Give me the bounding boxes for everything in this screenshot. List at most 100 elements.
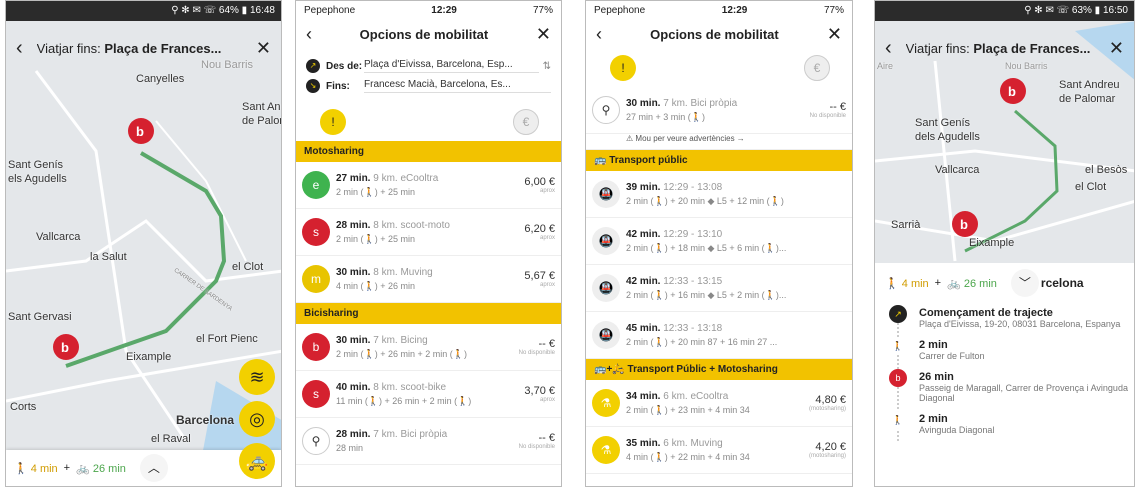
bike-icon: ⚲	[592, 96, 620, 124]
map-label: Sant Andreu	[1059, 79, 1120, 91]
map-label: el Raval	[151, 433, 191, 445]
list-item[interactable]: s 40 min. 8 km. scoot-bike 11 min (🚶) + 26…	[296, 371, 561, 418]
page-title: Opcions de mobilitat	[650, 26, 779, 42]
section-header: Motosharing	[296, 141, 561, 162]
close-icon[interactable]: ✕	[827, 24, 842, 45]
step-bike: b 26 min Passeig de Maragall, Carrer de …	[889, 367, 1134, 409]
from-field[interactable]: Plaça d'Eivissa, Barcelona, Esp...	[364, 59, 539, 73]
back-arrow-icon[interactable]: ‹	[16, 37, 23, 60]
map-label: el Besòs	[1085, 164, 1128, 176]
target-icon: ◎	[249, 408, 265, 429]
list-item[interactable]: 🚇 42 min. 12:33 - 13:15 2 min (🚶) + 16 min…	[586, 265, 852, 312]
to-field[interactable]: Francesc Macià, Barcelona, Es...	[364, 79, 551, 93]
screen-mobility-options-scrolled: Pepephone 12:29 77% ‹ Opcions de mobilit…	[585, 0, 853, 487]
origin-icon: ↗	[306, 59, 320, 73]
from-row[interactable]: ↗ Des de: Plaça d'Eivissa, Barcelona, Es…	[306, 59, 551, 73]
page-title: Opcions de mobilitat	[359, 26, 489, 42]
close-icon[interactable]: ✕	[1109, 38, 1124, 59]
list-item[interactable]: b 30 min. 7 km. Bicing 2 min (🚶) + 26 min …	[296, 324, 561, 371]
map-label: els Agudells	[8, 173, 67, 185]
chevron-down-icon[interactable]: ﹀	[1010, 269, 1039, 297]
provider-m-icon: m	[302, 265, 330, 293]
svg-text:b: b	[61, 340, 69, 355]
step-walk: 🚶 2 min Carrer de Fulton	[889, 335, 1134, 367]
to-label: Fins:	[326, 80, 350, 92]
carrier: Pepephone	[304, 4, 356, 16]
car-icon: 🚕	[245, 450, 269, 471]
time-filter-icon[interactable]: !	[610, 55, 636, 81]
walk-icon: 🚶	[889, 337, 907, 355]
screen-map-route: ⚲ ✻ ✉ ☏ 64% ▮ 16:48 b b Canyelles Nou Ba…	[5, 0, 282, 487]
provider-e-icon: e	[302, 171, 330, 199]
from-label: Des de:	[326, 60, 363, 72]
transit-icon: 🚇	[592, 321, 620, 349]
map-label: el Clot	[1075, 181, 1107, 193]
map-label: dels Agudells	[915, 131, 980, 143]
step-walk: 🚶 2 min Avinguda Diagonal	[889, 409, 1134, 441]
provider-ob-icon: ⚲	[302, 427, 330, 455]
city-label: rcelona	[1040, 276, 1084, 290]
map-label: la Salut	[90, 251, 127, 263]
euro-filter-icon[interactable]: €	[804, 55, 830, 81]
walk-time: 🚶 4 min	[14, 462, 58, 475]
time-filter-icon[interactable]: !	[320, 109, 346, 135]
nav-bar: ‹ Opcions de mobilitat ✕	[296, 19, 561, 49]
back-arrow-icon[interactable]: ‹	[596, 24, 602, 45]
route-header: ‹ Viatjar fins: Plaça de Frances... ✕	[6, 21, 281, 75]
status-bar: Pepephone 12:29 77%	[586, 1, 852, 19]
battery: 77%	[532, 4, 553, 16]
list-item[interactable]: ⚗ 34 min. 6 km. eCooltra 2 min (🚶) + 23 mi…	[586, 380, 852, 427]
filter-row: ! €	[586, 49, 852, 87]
start-icon: ↗	[889, 305, 907, 323]
back-arrow-icon[interactable]: ‹	[885, 37, 892, 60]
layers-button[interactable]: ≋	[239, 359, 275, 395]
back-arrow-icon[interactable]: ‹	[306, 24, 312, 45]
to-row[interactable]: ↘ Fins: Francesc Macià, Barcelona, Es...	[306, 79, 551, 93]
map-label: Sant Genís	[8, 159, 64, 171]
map-label: Sant Genís	[915, 117, 971, 129]
walk-time: 🚶 4 min	[885, 277, 929, 290]
battery: 77%	[823, 4, 844, 16]
close-icon[interactable]: ✕	[256, 38, 271, 59]
clock: 12:29	[721, 4, 748, 16]
list-item[interactable]: ⚲ 28 min. 7 km. Bici pròpia 28 min -- € No d…	[296, 418, 561, 465]
status-bar: ⚲ ✻ ✉ ☏ 63% ▮ 16:50	[875, 1, 1134, 21]
locate-button[interactable]: ◎	[239, 401, 275, 437]
warning-link[interactable]: ⚠ Mou per veure advertències →	[586, 134, 852, 150]
plus-sign: +	[934, 277, 942, 289]
provider-b-icon: b	[302, 333, 330, 361]
route-summary[interactable]: 🚶 4 min + 🚲 26 min ﹀ rcelona	[875, 263, 1134, 303]
map-label: Eixample	[126, 351, 172, 363]
combo-list: ⚗ 34 min. 6 km. eCooltra 2 min (🚶) + 23 mi…	[586, 380, 852, 474]
close-icon[interactable]: ✕	[536, 24, 551, 45]
plus-sign: +	[63, 462, 71, 474]
euro-filter-icon[interactable]: €	[513, 109, 539, 135]
screen-route-detail: ⚲ ✻ ✉ ☏ 63% ▮ 16:50 b b Aire Nou Barris …	[874, 0, 1135, 487]
walk-icon: 🚶	[889, 411, 907, 429]
chevron-up-icon[interactable]: ︿	[139, 454, 168, 482]
timeline: ↗ Començament de trajecte Plaça d'Eiviss…	[875, 303, 1134, 441]
list-item[interactable]: 🚇 45 min. 12:33 - 13:18 2 min (🚶) + 20 min…	[586, 312, 852, 359]
list-item[interactable]: 🚇 42 min. 12:29 - 13:10 2 min (🚶) + 18 min…	[586, 218, 852, 265]
map-label: el Clot	[232, 261, 264, 273]
list-item[interactable]: ⚗ 35 min. 6 km. Muving 4 min (🚶) + 22 min …	[586, 427, 852, 474]
list-item[interactable]: m 30 min. 8 km. Muving 4 min (🚶) + 26 min 5…	[296, 256, 561, 303]
map-label: Eixample	[969, 237, 1015, 249]
route-header: ‹ Viatjar fins: Plaça de Frances... ✕	[875, 21, 1134, 75]
list-item[interactable]: 🚇 39 min. 12:29 - 13:08 2 min (🚶) + 20 min…	[586, 171, 852, 218]
taxi-button[interactable]: 🚕	[239, 443, 275, 479]
step-start: ↗ Començament de trajecte Plaça d'Eiviss…	[889, 303, 1134, 335]
list-item[interactable]: ⚲ 30 min. 7 km. Bici pròpia 27 min + 3 m…	[586, 87, 852, 134]
filter-row: ! €	[296, 103, 561, 141]
list-item[interactable]: s 28 min. 8 km. scoot-moto 2 min (🚶) + 25 …	[296, 209, 561, 256]
svg-text:b: b	[960, 217, 968, 232]
map-label: de Palom	[242, 115, 281, 127]
swap-icon[interactable]: ⇅	[543, 61, 551, 72]
transit-icon: 🚇	[592, 227, 620, 255]
bike-time: 🚲 26 min	[76, 462, 126, 475]
map-label: Sant And	[242, 101, 281, 113]
list-item[interactable]: e 27 min. 9 km. eCooltra 2 min (🚶) + 25 mi…	[296, 162, 561, 209]
map-label: Vallcarca	[935, 164, 980, 176]
status-bar: ⚲ ✻ ✉ ☏ 64% ▮ 16:48	[6, 1, 281, 21]
screen-mobility-options: Pepephone 12:29 77% ‹ Opcions de mobilit…	[295, 0, 562, 487]
